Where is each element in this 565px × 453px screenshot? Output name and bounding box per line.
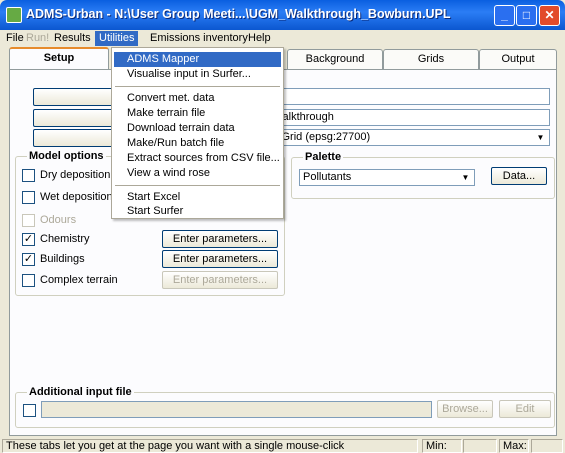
chevron-down-icon[interactable]: ▼ — [458, 171, 473, 184]
close-icon: ✕ — [544, 8, 555, 22]
menu-item-view-wind-rose[interactable]: View a wind rose — [114, 166, 281, 181]
status-max-value — [531, 439, 563, 453]
check-icon: ✓ — [23, 253, 34, 265]
menu-emissions-inventory[interactable]: Emissions inventory — [146, 31, 252, 46]
menu-help[interactable]: Help — [244, 31, 275, 46]
chemistry-checkbox[interactable]: ✓ — [22, 233, 35, 246]
coordinate-system-value: l Grid (epsg:27700) — [276, 131, 371, 143]
odours-checkbox[interactable] — [22, 214, 35, 227]
tab-grids[interactable]: Grids — [383, 49, 479, 70]
menu-item-visualise-input-surfer[interactable]: Visualise input in Surfer... — [114, 67, 281, 82]
additional-input-title: Additional input file — [27, 386, 134, 398]
complex-terrain-checkbox[interactable] — [22, 274, 35, 287]
complex-terrain-label: Complex terrain — [40, 274, 118, 286]
maximize-button[interactable]: □ — [516, 5, 537, 26]
dry-deposition-label: Dry deposition — [40, 169, 111, 181]
minimize-button[interactable]: _ — [494, 5, 515, 26]
maximize-icon: □ — [522, 8, 531, 22]
buildings-label: Buildings — [40, 253, 85, 265]
menu-separator — [115, 185, 280, 186]
menu-item-make-run-batch-file[interactable]: Make/Run batch file — [114, 136, 281, 151]
chemistry-parameters-button[interactable]: Enter parameters... — [162, 230, 278, 248]
buildings-checkbox[interactable]: ✓ — [22, 253, 35, 266]
minimize-icon: _ — [501, 8, 508, 22]
status-min-label: Min: — [422, 439, 462, 453]
browse-button[interactable]: Browse... — [437, 400, 493, 418]
adms-app-icon[interactable] — [6, 7, 22, 23]
additional-input-checkbox[interactable] — [23, 404, 36, 417]
name-field[interactable]: Valkthrough — [272, 109, 550, 126]
palette-data-button[interactable]: Data... — [491, 167, 547, 185]
menu-results[interactable]: Results — [50, 31, 95, 46]
model-options-title: Model options — [27, 150, 106, 162]
menu-item-convert-met-data[interactable]: Convert met. data — [114, 91, 281, 106]
status-message: These tabs let you get at the page you w… — [2, 439, 418, 453]
status-max-label: Max: — [499, 439, 529, 453]
chemistry-label: Chemistry — [40, 233, 90, 245]
menu-item-adms-mapper[interactable]: ADMS Mapper — [114, 52, 281, 67]
window-title: ADMS-Urban - N:\User Group Meeti...\UGM_… — [26, 7, 451, 21]
palette-combo[interactable]: Pollutants ▼ — [299, 169, 475, 186]
palette-value: Pollutants — [303, 171, 352, 183]
site-field[interactable] — [282, 88, 550, 105]
menu-bar: File Run! Results Utilities Emissions in… — [0, 30, 565, 47]
buildings-parameters-button[interactable]: Enter parameters... — [162, 250, 278, 268]
menu-utilities[interactable]: Utilities — [95, 31, 139, 46]
title-bar[interactable]: ADMS-Urban - N:\User Group Meeti...\UGM_… — [0, 0, 565, 30]
dry-deposition-checkbox[interactable] — [22, 169, 35, 182]
edit-button[interactable]: Edit — [499, 400, 551, 418]
menu-item-make-terrain-file[interactable]: Make terrain file — [114, 106, 281, 121]
check-icon: ✓ — [23, 233, 34, 245]
menu-item-start-excel[interactable]: Start Excel — [114, 190, 281, 205]
tab-output[interactable]: Output — [479, 49, 557, 70]
menu-separator — [115, 86, 280, 87]
additional-input-field[interactable] — [41, 401, 432, 418]
utilities-menu: ADMS Mapper Visualise input in Surfer...… — [111, 47, 284, 219]
odours-label: Odours — [40, 214, 77, 226]
wet-deposition-checkbox[interactable] — [22, 191, 35, 204]
palette-title: Palette — [303, 151, 344, 163]
menu-item-download-terrain-data[interactable]: Download terrain data — [114, 121, 281, 136]
wet-deposition-label: Wet deposition — [40, 191, 113, 203]
tab-setup[interactable]: Setup — [9, 47, 109, 70]
close-button[interactable]: ✕ — [539, 5, 560, 26]
tab-background[interactable]: Background — [287, 49, 383, 70]
menu-run[interactable]: Run! — [22, 31, 53, 46]
status-bar: These tabs let you get at the page you w… — [0, 437, 565, 453]
coordinate-system-combo[interactable]: l Grid (epsg:27700) ▼ — [272, 129, 550, 146]
menu-item-extract-sources-csv[interactable]: Extract sources from CSV file... — [114, 151, 281, 166]
complex-terrain-parameters-button[interactable]: Enter parameters... — [162, 271, 278, 289]
status-min-value — [463, 439, 497, 453]
menu-item-start-surfer[interactable]: Start Surfer — [114, 204, 281, 219]
chevron-down-icon[interactable]: ▼ — [533, 131, 548, 144]
